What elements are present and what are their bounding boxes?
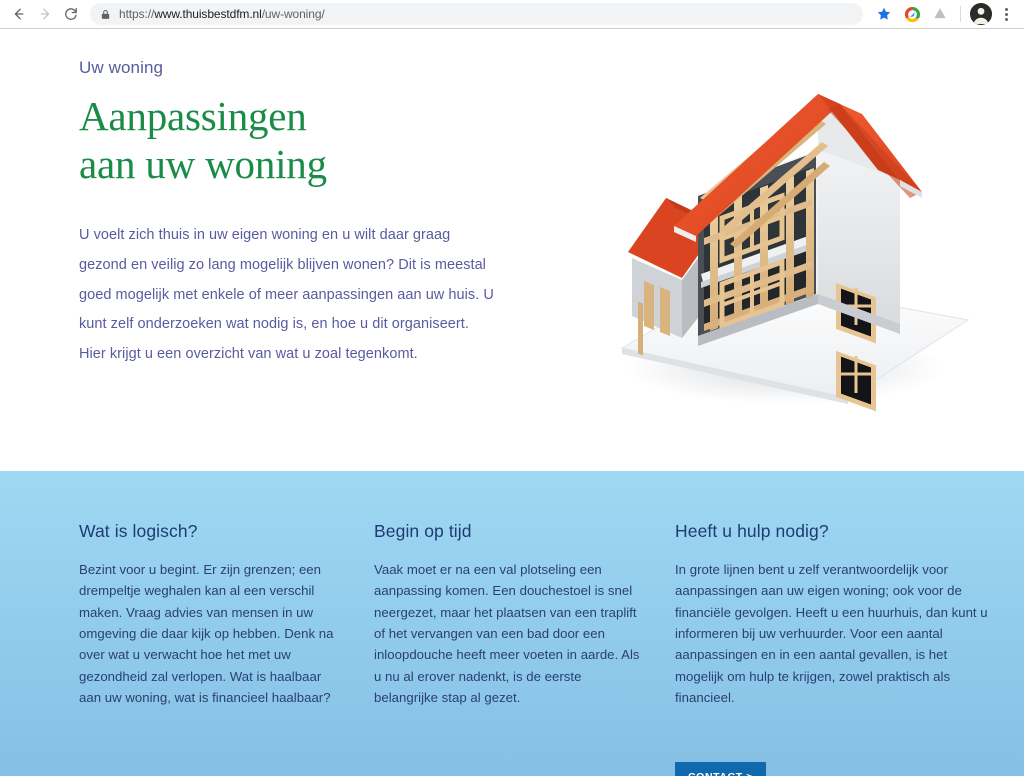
- avatar-icon: [970, 3, 992, 25]
- page-title-line-2: aan uw woning: [79, 140, 327, 187]
- url-host: www.thuisbestdfm.nl: [154, 7, 262, 21]
- chrome-menu-button[interactable]: [996, 3, 1016, 25]
- hero-paragraph: U voelt zich thuis in uw eigen woning en…: [79, 227, 494, 363]
- extension-circle-icon: [904, 6, 920, 22]
- house-3d-illustration: [570, 38, 1000, 438]
- arrow-left-icon: [14, 8, 24, 20]
- star-icon: [877, 7, 891, 20]
- info-column-title: Wat is logisch?: [79, 521, 198, 541]
- contact-button[interactable]: CONTACT >: [675, 762, 766, 776]
- address-bar[interactable]: https://www.thuisbestdfm.nl/uw-woning/: [90, 3, 863, 25]
- page-viewport: Uw woning Aanpassingen aan uw woning U v…: [0, 30, 1024, 776]
- page-title: Aanpassingen aan uw woning: [79, 93, 509, 188]
- hero-section: Uw woning Aanpassingen aan uw woning U v…: [0, 30, 1024, 471]
- info-column-begin-op-tijd: Begin op tijd Vaak moet er na een val pl…: [374, 520, 675, 708]
- drive-upload-button[interactable]: [927, 1, 953, 27]
- back-button[interactable]: [6, 1, 32, 27]
- extension-button[interactable]: [899, 1, 925, 27]
- info-column-wat-is-logisch: Wat is logisch? Bezint voor u begint. Er…: [0, 520, 374, 708]
- three-dots-menu-icon: [1004, 7, 1008, 11]
- page-title-line-1: Aanpassingen: [79, 93, 307, 140]
- forward-button[interactable]: [32, 1, 58, 27]
- info-columns: Wat is logisch? Bezint voor u begint. Er…: [0, 471, 1024, 708]
- toolbar-divider: [960, 6, 961, 22]
- url-path: /uw-woning/: [261, 7, 325, 21]
- cloud-upload-icon: [934, 8, 946, 19]
- profile-button[interactable]: [968, 1, 994, 27]
- page-eyebrow: Uw woning: [79, 58, 164, 77]
- lock-icon: [100, 9, 111, 20]
- info-column-body: In grote lijnen bent u zelf verantwoorde…: [675, 561, 988, 705]
- info-column-title: Begin op tijd: [374, 521, 472, 541]
- info-column-heeft-u-hulp-nodig: Heeft u hulp nodig? In grote lijnen bent…: [675, 520, 1024, 708]
- url-scheme: https://: [119, 7, 155, 21]
- info-column-body: Vaak moet er na een val plotseling een a…: [374, 561, 640, 705]
- bookmark-button[interactable]: [871, 1, 897, 27]
- hero-copy: Uw woning Aanpassingen aan uw woning U v…: [79, 57, 509, 370]
- info-column-title: Heeft u hulp nodig?: [675, 521, 829, 541]
- url-text: https://www.thuisbestdfm.nl/uw-woning/: [119, 7, 325, 21]
- info-column-body: Bezint voor u begint. Er zijn grenzen; e…: [79, 561, 334, 705]
- browser-actions: [871, 1, 1018, 27]
- reload-icon: [65, 7, 77, 20]
- browser-toolbar: https://www.thuisbestdfm.nl/uw-woning/: [0, 0, 1024, 29]
- info-panel: Wat is logisch? Bezint voor u begint. Er…: [0, 471, 1024, 776]
- reload-button[interactable]: [58, 1, 84, 27]
- arrow-right-icon: [40, 8, 50, 20]
